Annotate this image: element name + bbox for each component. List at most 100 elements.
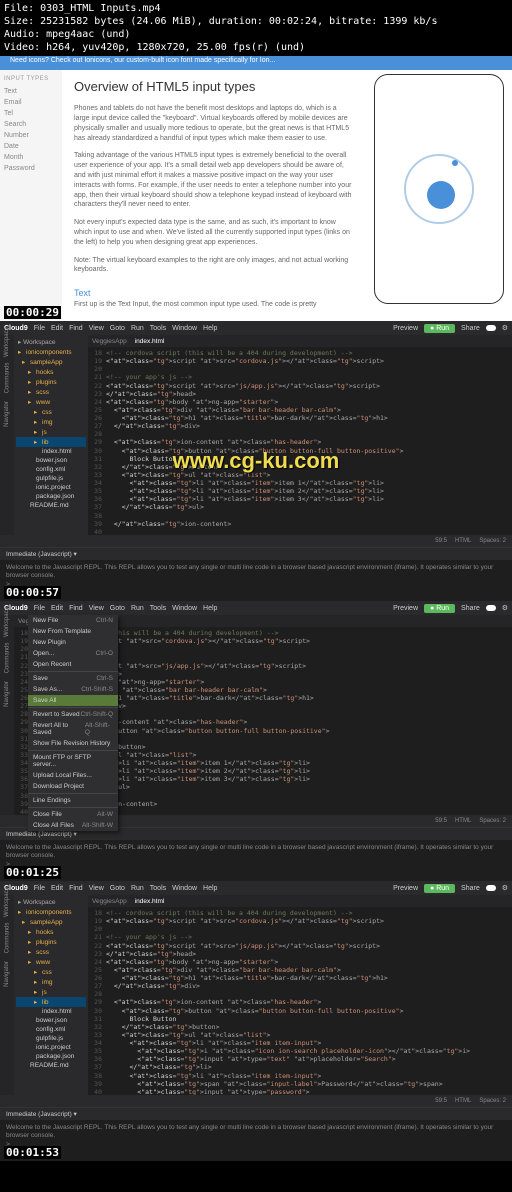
menu-item[interactable]: Close All FilesAlt-Shift-W [28,820,118,831]
menu-file[interactable]: File [34,325,45,332]
tree-item[interactable]: ▸hooks [16,927,86,937]
menu-view[interactable]: View [89,605,104,612]
menu-item[interactable]: Line Endings [28,795,118,806]
tree-item[interactable]: ▸lib [16,437,86,447]
sidebar-item[interactable]: Number [4,130,58,141]
menu-window[interactable]: Window [172,605,197,612]
menu-run[interactable]: Run [131,885,144,892]
tab[interactable]: index.html [135,898,165,905]
code-area[interactable]: 18 19 20 21 22 23 24 25 26 27 28 29 30 3… [88,907,512,1095]
menu-window[interactable]: Window [172,885,197,892]
menu-item[interactable]: New FileCtrl-N [28,615,118,626]
tree-item[interactable]: index.html [16,1007,86,1016]
rail-workspace[interactable]: Workspace [4,327,10,357]
rail-workspace[interactable]: Workspace [4,607,10,637]
menu-item[interactable]: Save As...Ctrl-Shift-S [28,684,118,695]
tree-item[interactable]: ▸js [16,427,86,437]
tree-item[interactable]: ▸img [16,417,86,427]
menu-view[interactable]: View [89,885,104,892]
rail-navigator[interactable]: Navigator [4,961,10,987]
tree-header[interactable]: ▸ Workspace [16,897,86,907]
rail-commands[interactable]: Commands [4,363,10,394]
share-button[interactable]: Share [461,605,480,612]
menu-item[interactable]: Upload Local Files... [28,770,118,781]
tree-item[interactable]: ionic.project [16,1043,86,1052]
menu-help[interactable]: Help [203,325,217,332]
sidebar-item[interactable]: Text [4,86,58,97]
menu-item[interactable]: New Plugin [28,637,118,648]
tree-item[interactable]: ▸css [16,967,86,977]
menu-help[interactable]: Help [203,885,217,892]
sidebar-item[interactable]: Search [4,119,58,130]
tree-item[interactable]: gulpfile.js [16,1034,86,1043]
tree-item[interactable]: ▸scss [16,947,86,957]
tree-item[interactable]: bower.json [16,456,86,465]
menu-goto[interactable]: Goto [110,605,125,612]
menu-tools[interactable]: Tools [150,605,166,612]
preview-button[interactable]: Preview [393,325,418,332]
tree-item[interactable]: README.md [16,1061,86,1070]
tree-item[interactable]: ▸sampleApp [16,917,86,927]
tree-item[interactable]: ▸img [16,977,86,987]
tree-item[interactable]: index.html [16,447,86,456]
menu-help[interactable]: Help [203,605,217,612]
rail-workspace[interactable]: Workspace [4,887,10,917]
sidebar-item[interactable]: Month [4,152,58,163]
sidebar-item[interactable]: Tel [4,108,58,119]
run-button[interactable]: ● Run [424,884,455,893]
menu-file[interactable]: File [34,605,45,612]
menu-find[interactable]: Find [69,605,83,612]
tree-item[interactable]: ▸ionicomponents [16,347,86,357]
rail-navigator[interactable]: Navigator [4,401,10,427]
menu-goto[interactable]: Goto [110,885,125,892]
tree-item[interactable]: ▸ionicomponents [16,907,86,917]
menu-find[interactable]: Find [69,325,83,332]
tree-item[interactable]: ▸css [16,407,86,417]
tree-item[interactable]: config.xml [16,1025,86,1034]
rail-navigator[interactable]: Navigator [4,681,10,707]
menu-goto[interactable]: Goto [110,325,125,332]
tab[interactable]: index.html [135,338,165,345]
menu-run[interactable]: Run [131,325,144,332]
menu-item[interactable]: Mount FTP or SFTP server... [28,752,118,770]
preview-button[interactable]: Preview [393,885,418,892]
tree-item[interactable]: gulpfile.js [16,474,86,483]
terminal-tab[interactable]: Immediate (Javascript) ▾ [0,548,512,560]
tree-item[interactable]: ▸hooks [16,367,86,377]
tab[interactable]: VeggiesApp [92,338,127,345]
gear-icon[interactable]: ⚙ [502,324,508,332]
run-button[interactable]: ● Run [424,604,455,613]
tree-header[interactable]: ▸ Workspace [16,337,86,347]
menu-edit[interactable]: Edit [51,885,63,892]
menu-item[interactable]: Open...Ctrl-O [28,648,118,659]
menu-find[interactable]: Find [69,885,83,892]
tree-item[interactable]: ▸js [16,987,86,997]
share-button[interactable]: Share [461,325,480,332]
menu-run[interactable]: Run [131,605,144,612]
tree-item[interactable]: package.json [16,492,86,501]
tree-item[interactable]: ionic.project [16,483,86,492]
code-area[interactable]: 18 19 20 21 22 23 24 25 26 27 28 29 30 3… [88,347,512,535]
tree-item[interactable]: config.xml [16,465,86,474]
rail-commands[interactable]: Commands [4,643,10,674]
tab[interactable]: VeggiesApp [92,898,127,905]
menu-edit[interactable]: Edit [51,325,63,332]
code-lines[interactable]: <!-- cordova script (this will be a 404 … [106,347,512,535]
rail-commands[interactable]: Commands [4,923,10,954]
menu-item[interactable]: Open Recent [28,659,118,670]
tree-item[interactable]: ▸lib [16,997,86,1007]
menu-view[interactable]: View [89,325,104,332]
preview-button[interactable]: Preview [393,605,418,612]
menu-item[interactable]: Download Project [28,781,118,792]
tree-item[interactable]: ▸www [16,397,86,407]
menu-edit[interactable]: Edit [51,605,63,612]
share-button[interactable]: Share [461,885,480,892]
menu-item[interactable]: SaveCtrl-S [28,673,118,684]
menu-item[interactable]: Close FileAlt-W [28,809,118,820]
sidebar-item[interactable]: Date [4,141,58,152]
menu-item[interactable]: Revert to SavedCtrl-Shift-Q [28,709,118,720]
sidebar-item[interactable]: Password [4,163,58,174]
menu-tools[interactable]: Tools [150,885,166,892]
menu-tools[interactable]: Tools [150,325,166,332]
tree-item[interactable]: ▸plugins [16,937,86,947]
